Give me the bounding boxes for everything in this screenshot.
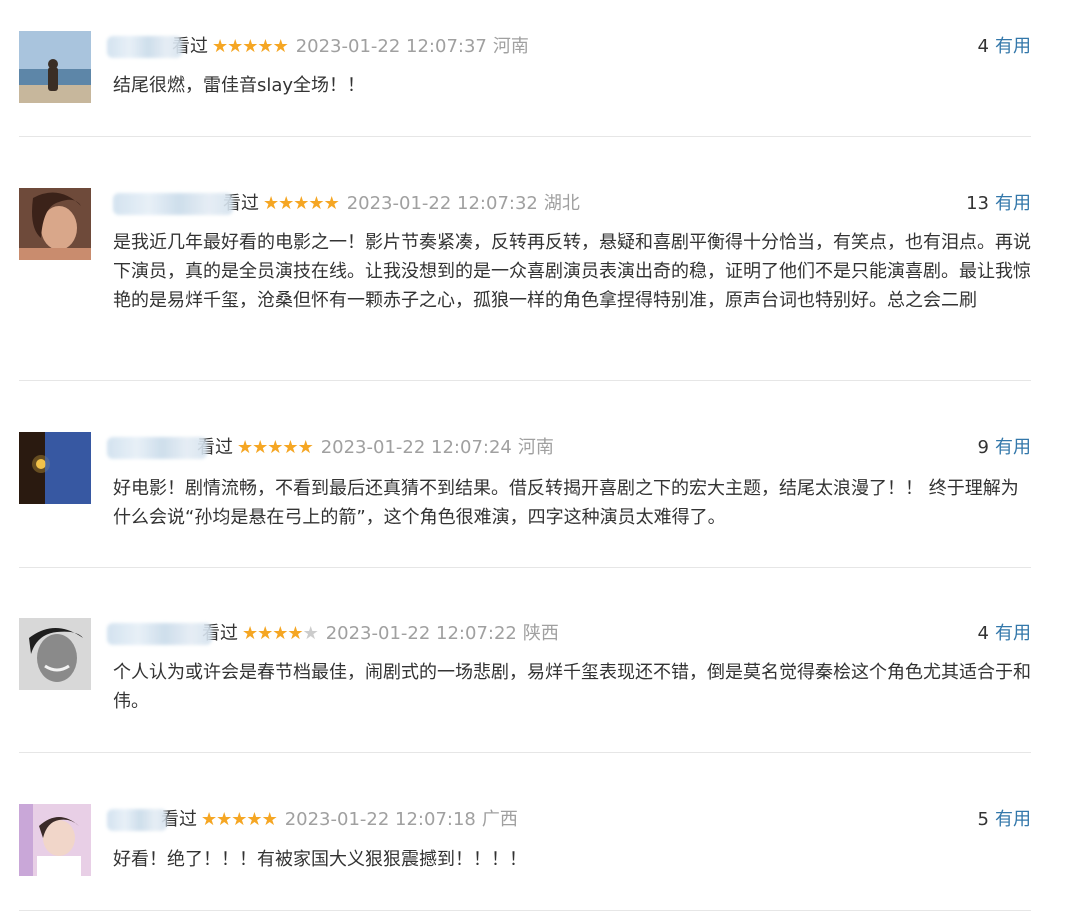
star-filled-icon: ★ — [297, 437, 314, 458]
comment-time: 2023-01-22 12:07:24 — [320, 437, 512, 458]
comment-location: 湖北 — [543, 193, 580, 214]
user-avatar[interactable] — [19, 804, 91, 876]
useful-vote[interactable]: 9 有用 — [978, 436, 1031, 460]
comment-time: 2023-01-22 12:07:37 — [295, 36, 487, 57]
star-filled-icon: ★ — [257, 36, 273, 57]
comment-divider — [19, 567, 1031, 568]
star-filled-icon: ★ — [227, 36, 243, 57]
star-filled-icon: ★ — [323, 193, 340, 214]
star-filled-icon: ★ — [293, 193, 309, 214]
rating-stars: ★★★★★ — [201, 808, 278, 832]
comment-divider — [19, 752, 1031, 753]
comment-text: 个人认为或许会是春节档最佳，闹剧式的一场悲剧，易烊千玺表现还不错，倒是莫名觉得秦… — [113, 662, 1031, 712]
comment-text: 好电影！剧情流畅，不看到最后还真猜不到结果。借反转揭开喜剧之下的宏大主题，结尾太… — [113, 478, 1019, 528]
comment-location: 陕西 — [522, 623, 559, 644]
useful-count: 13 — [966, 193, 989, 214]
useful-count: 5 — [977, 809, 989, 830]
username-blurred[interactable] — [107, 623, 212, 645]
user-avatar[interactable] — [19, 188, 91, 260]
star-filled-icon: ★ — [252, 437, 268, 458]
comment-divider — [19, 380, 1031, 381]
useful-count: 9 — [977, 437, 989, 458]
useful-count: 4 — [977, 623, 989, 644]
comment-text: 是我近几年最好看的电影之一！影片节奏紧凑，反转再反转，悬疑和喜剧平衡得十分恰当，… — [113, 232, 1031, 311]
star-filled-icon: ★ — [201, 809, 217, 830]
star-filled-icon: ★ — [242, 623, 258, 644]
useful-vote[interactable]: 5 有用 — [978, 808, 1031, 832]
useful-vote[interactable]: 4 有用 — [978, 35, 1031, 59]
star-filled-icon: ★ — [261, 809, 278, 830]
star-filled-icon: ★ — [287, 623, 303, 644]
comment-meta: 看过 ★★★★★ 2023-01-22 12:07:22 陕西 — [107, 622, 559, 646]
star-filled-icon: ★ — [263, 193, 279, 214]
star-filled-icon: ★ — [242, 36, 258, 57]
useful-button[interactable]: 有用 — [995, 36, 1031, 57]
star-empty-icon: ★ — [302, 623, 319, 644]
comment-meta: 看过 ★★★★★ 2023-01-22 12:07:32 湖北 — [107, 192, 580, 216]
comment-divider — [19, 136, 1031, 137]
star-filled-icon: ★ — [237, 437, 253, 458]
comment-location: 河南 — [492, 36, 529, 57]
star-filled-icon: ★ — [257, 623, 273, 644]
comment-meta: 看过 ★★★★★ 2023-01-22 12:07:18 广西 — [107, 808, 518, 832]
comment-time: 2023-01-22 12:07:32 — [346, 193, 538, 214]
user-avatar[interactable] — [19, 618, 91, 690]
star-filled-icon: ★ — [231, 809, 247, 830]
star-filled-icon: ★ — [272, 36, 289, 57]
useful-button[interactable]: 有用 — [995, 193, 1031, 214]
username-blurred[interactable] — [107, 809, 167, 831]
useful-button[interactable]: 有用 — [995, 623, 1031, 644]
comment-meta: 看过 ★★★★★ 2023-01-22 12:07:24 河南 — [107, 436, 554, 460]
star-filled-icon: ★ — [308, 193, 324, 214]
useful-button[interactable]: 有用 — [995, 437, 1031, 458]
rating-stars: ★★★★★ — [242, 622, 319, 646]
username-blurred[interactable] — [107, 437, 207, 459]
useful-vote[interactable]: 13 有用 — [966, 192, 1031, 216]
user-avatar[interactable] — [19, 31, 91, 103]
star-filled-icon: ★ — [246, 809, 262, 830]
comment-text: 好看！绝了！！！有被家国大义狠狠震撼到！！！！ — [113, 849, 527, 870]
comment-text: 结尾很燃，雷佳音slay全场！！ — [113, 75, 366, 96]
username-blurred[interactable] — [113, 193, 233, 215]
comment-location: 广西 — [481, 809, 518, 830]
star-filled-icon: ★ — [216, 809, 232, 830]
star-filled-icon: ★ — [212, 36, 228, 57]
useful-button[interactable]: 有用 — [995, 809, 1031, 830]
star-filled-icon: ★ — [282, 437, 298, 458]
comment-time: 2023-01-22 12:07:18 — [284, 809, 476, 830]
star-filled-icon: ★ — [272, 623, 288, 644]
username-blurred[interactable] — [107, 36, 182, 58]
comment-location: 河南 — [517, 437, 554, 458]
user-avatar[interactable] — [19, 432, 91, 504]
rating-stars: ★★★★★ — [237, 436, 314, 460]
comment-divider — [19, 910, 1031, 911]
star-filled-icon: ★ — [278, 193, 294, 214]
useful-count: 4 — [977, 36, 989, 57]
comment-time: 2023-01-22 12:07:22 — [325, 623, 517, 644]
useful-vote[interactable]: 4 有用 — [978, 622, 1031, 646]
rating-stars: ★★★★★ — [212, 35, 289, 59]
star-filled-icon: ★ — [267, 437, 283, 458]
rating-stars: ★★★★★ — [263, 192, 340, 216]
comment-meta: 看过 ★★★★★ 2023-01-22 12:07:37 河南 — [107, 35, 529, 59]
